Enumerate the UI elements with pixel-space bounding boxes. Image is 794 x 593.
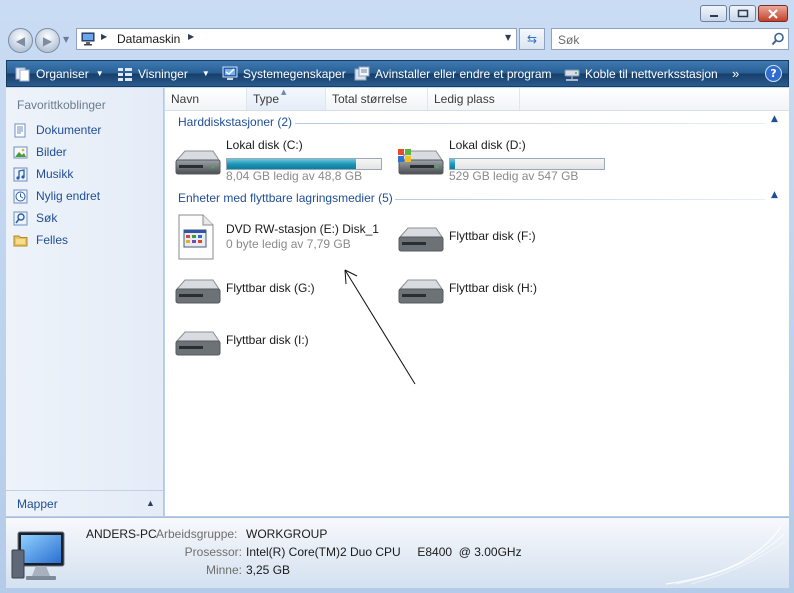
computer-name: ANDERS-PC [86,527,157,541]
annotation-arrow [344,269,416,385]
refresh-icon: ⇆ [526,32,538,46]
favorite-links-header: Favorittkoblinger [17,98,106,112]
sidebar-item-label: Bilder [36,145,67,159]
uninstall-icon [354,66,370,80]
documents-icon [14,123,26,137]
explorer-window: ◀ ▶ ▼ ▶ Datamaskin ▶ ▼ ⇆ Organiser ▼ Visn… [0,0,794,593]
organize-button[interactable]: Organiser ▼ [15,61,104,86]
breadcrumb-computer[interactable]: Datamaskin [117,32,180,46]
maximize-button[interactable] [729,5,756,22]
folders-label: Mapper [17,497,58,511]
collapse-icon: ▲ [771,114,778,124]
map-network-drive-button[interactable]: Koble til nettverksstasjon [564,61,718,86]
uninstall-label: Avinstaller eller endre et program [375,66,552,81]
history-dropdown-icon[interactable]: ▼ [63,35,69,44]
close-button[interactable] [758,5,788,22]
chevron-up-icon: ▲ [146,498,155,508]
views-button[interactable]: Visninger ▼ [117,61,210,86]
minimize-icon [709,14,718,17]
command-bar: Organiser ▼ Visninger ▼ Systemegenskaper A… [6,60,789,87]
sidebar-item-music[interactable]: Musikk [13,165,73,183]
drive-free-space: 529 GB ledig av 547 GB [449,169,579,183]
system-properties-icon [222,66,238,80]
search-icon[interactable] [771,32,785,46]
public-folder-icon [13,235,28,246]
breadcrumb-arrow-icon[interactable]: ▶ [188,32,194,41]
search-input[interactable] [556,31,760,49]
organize-icon [15,67,30,81]
minimize-button[interactable] [700,5,727,22]
sidebar-item-label: Dokumenter [36,123,102,137]
computer-icon [11,531,65,580]
computer-icon [81,32,95,46]
details-pane: ANDERS-PC Arbeidsgruppe: WORKGROUP Prose… [6,517,789,588]
search-folder-icon [13,211,28,225]
help-button[interactable]: ? [765,65,782,82]
forward-button[interactable]: ▶ [35,28,60,53]
processor-value: Intel(R) Core(TM)2 Duo CPU E8400 @ 3.00G… [246,545,522,559]
uninstall-program-button[interactable]: Avinstaller eller endre et program [354,61,552,86]
more-commands-button[interactable]: » [732,61,739,86]
memory-value: 3,25 GB [246,563,291,577]
recently-changed-icon [13,189,28,203]
pictures-icon [13,146,28,158]
sidebar-item-label: Nylig endret [36,189,101,203]
address-bar[interactable]: ▶ Datamaskin ▶ ▼ [76,28,517,50]
views-icon [118,67,132,81]
sidebar-item-label: Søk [36,211,58,225]
navigation-pane: Favorittkoblinger Dokumenter Bilder Musi… [6,88,164,516]
maximize-icon [737,9,748,18]
system-properties-button[interactable]: Systemegenskaper [222,61,346,86]
system-properties-label: Systemegenskaper [243,66,346,81]
sidebar-item-pictures[interactable]: Bilder [13,143,67,161]
sidebar-item-label: Musikk [36,167,74,181]
workgroup-label: Arbeidsgruppe: [156,527,238,541]
title-bar [0,0,794,24]
refresh-button[interactable]: ⇆ [519,28,545,50]
chevron-down-icon: ▼ [201,69,210,78]
search-box[interactable] [551,28,789,50]
views-label: Visninger [138,66,188,81]
collapse-icon: ▲ [771,190,778,200]
folders-toggle[interactable]: Mapper ▲ [6,490,163,516]
map-drive-label: Koble til nettverksstasjon [585,66,718,81]
sidebar-item-public[interactable]: Felles [13,231,68,249]
processor-label: Prosessor: [184,545,242,559]
sidebar-item-label: Felles [36,233,69,247]
organize-label: Organiser [36,66,89,81]
decorative-swoosh [665,526,786,585]
back-button[interactable]: ◀ [8,28,33,53]
workgroup-value: WORKGROUP [246,527,328,541]
back-arrow-icon: ◀ [15,33,26,48]
help-icon: ? [770,67,777,80]
sidebar-item-recently-changed[interactable]: Nylig endret [13,187,100,205]
sidebar-item-search[interactable]: Søk [13,209,57,227]
forward-arrow-icon: ▶ [42,33,53,48]
music-icon [13,167,28,181]
close-icon [768,8,778,19]
breadcrumb-arrow-icon[interactable]: ▶ [101,32,107,41]
address-dropdown-icon[interactable]: ▼ [505,33,511,42]
memory-label: Minne: [205,563,242,577]
chevron-down-icon: ▼ [95,69,104,78]
network-drive-icon [564,69,580,81]
sidebar-item-documents[interactable]: Dokumenter [13,121,101,139]
